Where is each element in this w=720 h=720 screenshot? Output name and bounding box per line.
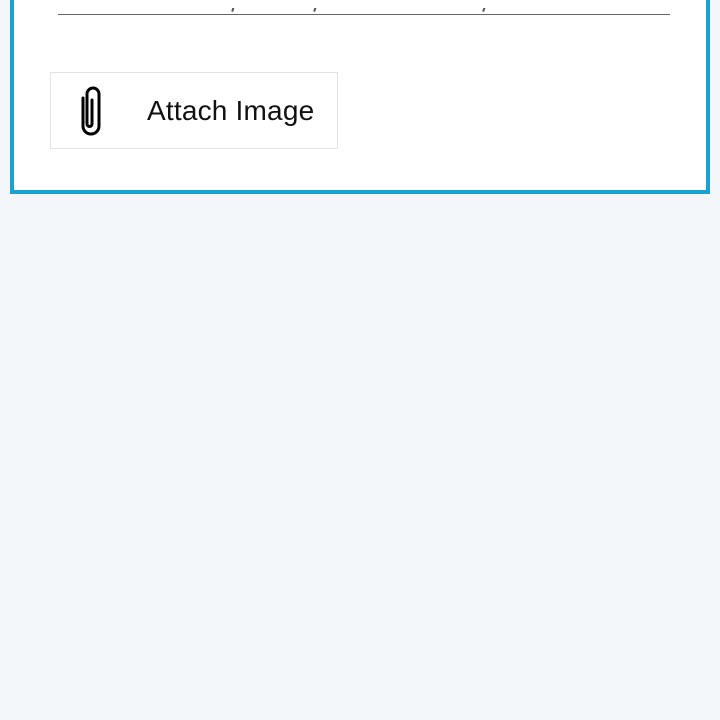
attach-image-button[interactable]: Attach Image — [50, 72, 338, 149]
paperclip-icon — [51, 73, 131, 148]
attach-image-label: Attach Image — [147, 94, 315, 126]
attachment-card: Attach Image — [10, 0, 710, 194]
text-field-underline — [58, 14, 670, 15]
